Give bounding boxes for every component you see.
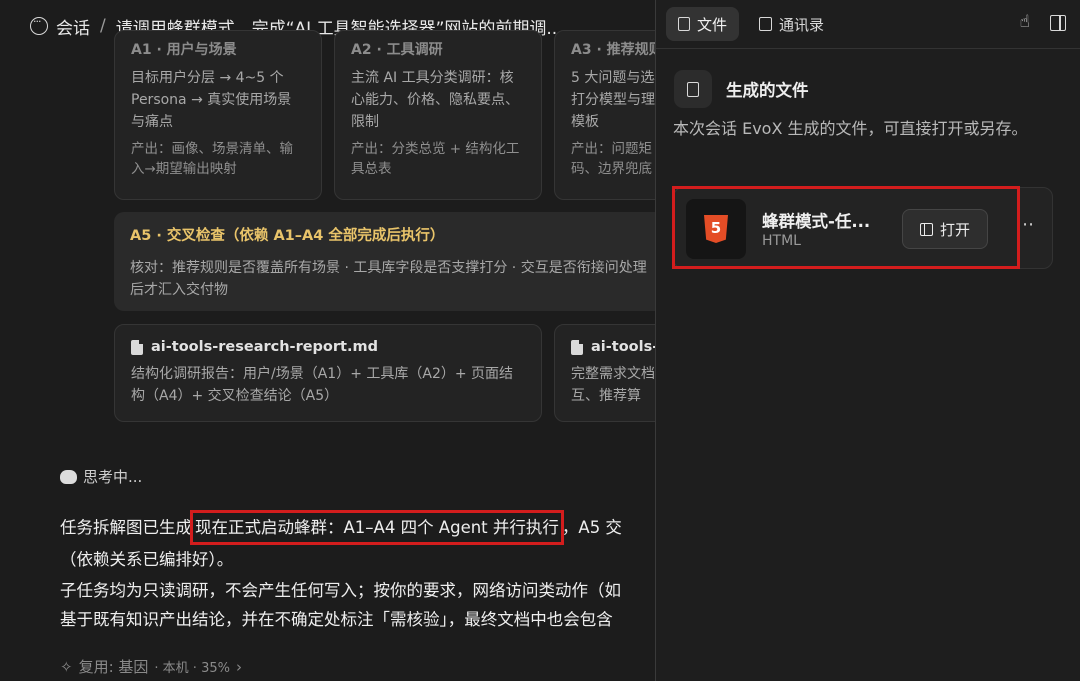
sparkle-icon: ✧: [60, 657, 73, 676]
panel-header-actions: ☝: [1020, 14, 1066, 31]
deliverable-desc: 结构化调研报告：用户/场景（A1）+ 工具库（A2）+ 页面结构（A4）+ 交叉…: [131, 366, 514, 404]
task-card-a2: A2 · 工具调研 主流 AI 工具分类调研：核心能力、价格、隐私要点、限制 产…: [334, 30, 542, 200]
chevron-right-icon: ›: [235, 657, 242, 676]
task-card-a1: A1 · 用户与场景 目标用户分层 → 4~5 个 Persona → 真实使用…: [114, 30, 322, 200]
divider: [656, 48, 1080, 49]
files-panel: 文件 通讯录 ☝ 生成的文件 本次会话 EvoX 生成的文件，可直接打开或另存。…: [655, 0, 1080, 681]
task-card-output: 产出：画像、场景清单、输入→期望输出映射: [131, 141, 293, 177]
pointer-icon[interactable]: ☝: [1020, 14, 1030, 31]
message-text: ，A5 交: [561, 518, 622, 537]
generated-files-icon: [674, 70, 712, 108]
deliverable-filename: ai-tools-research-report.md: [151, 339, 378, 355]
task-card-title: A2 · 工具调研: [351, 42, 443, 58]
breadcrumb-separator: /: [100, 16, 106, 36]
assistant-message-p1: 任务拆解图已生成 现在正式启动蜂群：A1–A4 四个 Agent 并行执行 ，A5 …: [60, 510, 622, 574]
document-icon: [571, 339, 583, 355]
collapse-panel-icon[interactable]: [1050, 14, 1066, 31]
task-card-body: 5 大问题与选权打分模型与理由模板: [571, 70, 655, 130]
deliverable-card-spec[interactable]: ai-tools- 完整需求文档 交互、推荐算: [554, 324, 655, 422]
task-card-body: 核对：推荐规则是否覆盖所有场景 · 工具库字段是否支撑打分 · 交互是否衔接问处…: [130, 260, 647, 298]
task-card-title: A3 · 推荐规则: [571, 42, 655, 58]
task-card-a5: A5 · 交叉检查（依赖 A1–A4 全部完成后执行） 核对：推荐规则是否覆盖所…: [114, 212, 655, 311]
message-text: 基于既有知识产出结论，并在不确定处标注「需核验」，最终文档中也会包含: [60, 610, 613, 629]
task-card-output: 产出：分类总览 + 结构化工具总表: [351, 141, 520, 177]
file-icon: [687, 81, 699, 97]
tab-contacts[interactable]: 通讯录: [747, 7, 836, 41]
document-icon: [131, 339, 143, 355]
reuse-meta: · 本机 · 35%: [154, 661, 230, 676]
section-description: 本次会话 EvoX 生成的文件，可直接打开或另存。: [673, 119, 1028, 138]
contact-icon: [759, 17, 773, 31]
task-card-body: 目标用户分层 → 4~5 个 Persona → 真实使用场景与痛点: [131, 70, 292, 130]
message-text: 任务拆解图已生成: [60, 518, 192, 537]
deliverable-card-report[interactable]: ai-tools-research-report.md 结构化调研报告：用户/场…: [114, 324, 542, 422]
task-card-a3: A3 · 推荐规则 5 大问题与选权打分模型与理由模板 产出：问题矩码、边界兜底: [554, 30, 655, 200]
generated-files-header: 生成的文件: [674, 70, 809, 108]
deliverable-desc: 完整需求文档 交互、推荐算: [571, 366, 655, 404]
assistant-message-p2: 子任务均为只读调研，不会产生任何写入；按你的要求，网络访问类动作（如 基于既有知…: [60, 576, 621, 634]
thinking-indicator[interactable]: 思考中...: [60, 466, 142, 487]
brain-icon: [60, 469, 77, 484]
generated-file-item[interactable]: 5 蜂群模式-任... HTML 打开 ⋯: [672, 186, 1053, 269]
task-card-output: 产出：问题矩码、边界兜底: [571, 141, 652, 177]
highlight-box: [672, 186, 1020, 269]
deliverable-filename: ai-tools-: [591, 339, 655, 355]
section-title: 生成的文件: [726, 81, 809, 100]
tab-label: 通讯录: [779, 15, 825, 34]
panel-tabs: 文件 通讯录: [666, 7, 836, 41]
chat-icon: [30, 15, 48, 35]
message-text: （依赖关系已编排好）。: [60, 550, 234, 569]
thinking-label: 思考中...: [83, 468, 143, 486]
task-card-body: 主流 AI 工具分类调研：核心能力、价格、隐私要点、限制: [351, 70, 519, 130]
tab-label: 文件: [697, 15, 728, 34]
highlighted-text: 现在正式启动蜂群：A1–A4 四个 Agent 并行执行: [190, 510, 564, 545]
chat-area: 会话 / 请调用蜂群模式，完成“AI 工具智能选择器”网站的前期调... A1 …: [0, 0, 655, 681]
message-text: 子任务均为只读调研，不会产生任何写入；按你的要求，网络访问类动作（如: [60, 581, 621, 600]
tab-files[interactable]: 文件: [666, 7, 740, 41]
reuse-gene-link[interactable]: ✧ 复用: 基因 · 本机 · 35% ›: [60, 656, 242, 677]
deliverable-name: ai-tools-research-report.md: [131, 339, 525, 355]
deliverable-name: ai-tools-: [571, 339, 655, 355]
task-card-title: A5 · 交叉检查（依赖 A1–A4 全部完成后执行）: [130, 228, 445, 244]
breadcrumb-section[interactable]: 会话: [56, 14, 90, 39]
reuse-label: 复用: 基因: [78, 658, 149, 676]
file-icon: [678, 17, 690, 31]
task-card-title: A1 · 用户与场景: [131, 42, 237, 58]
